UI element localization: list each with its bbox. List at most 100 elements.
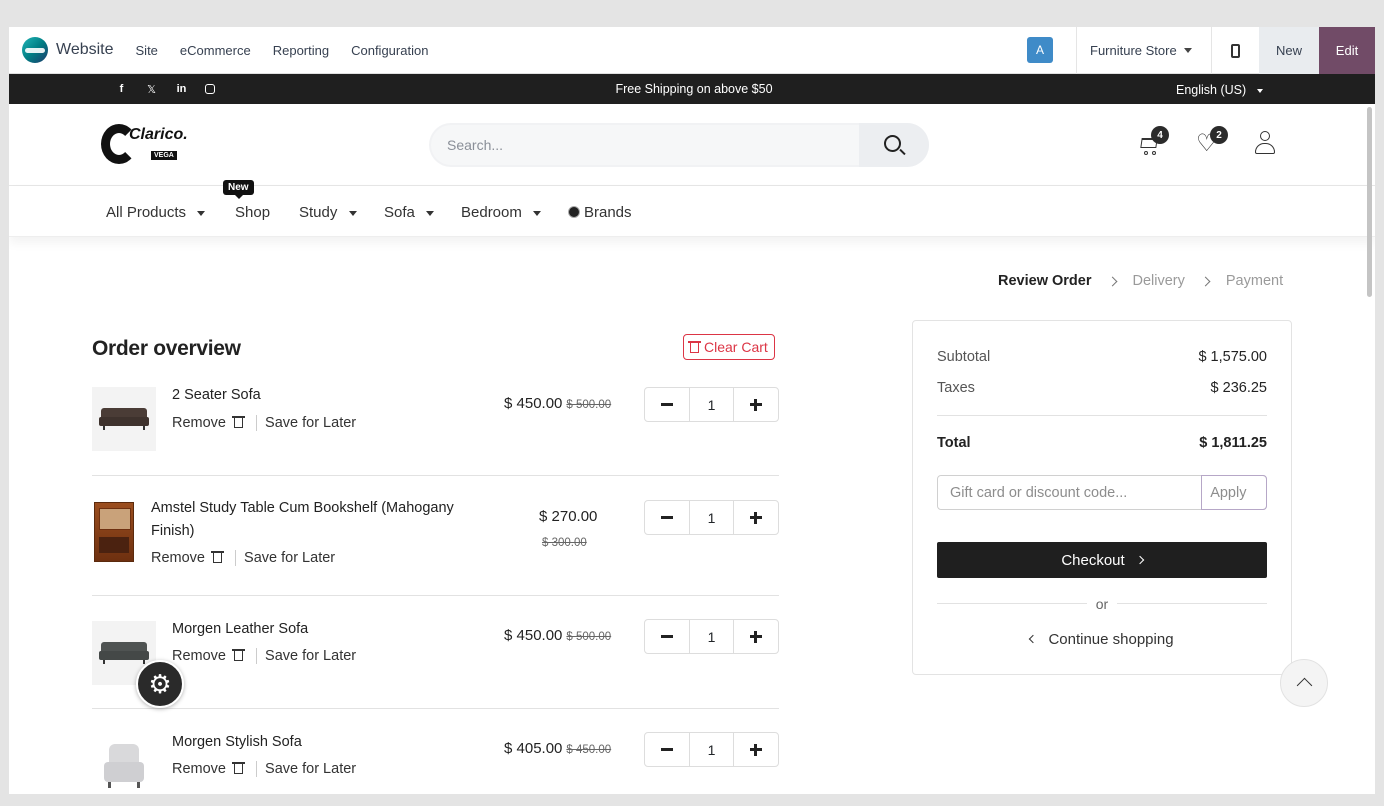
separator (256, 415, 258, 431)
quantity-input[interactable]: 1 (689, 620, 734, 653)
save-for-later-link[interactable]: Save for Later (244, 550, 335, 566)
edit-button[interactable]: Edit (1319, 27, 1375, 74)
account-button[interactable] (1254, 131, 1276, 155)
trash-icon (232, 416, 246, 428)
discount-code-input[interactable] (938, 476, 1202, 509)
sofa-leg (103, 660, 105, 664)
product-name[interactable]: Amstel Study Table Cum Bookshelf (Mahoga… (151, 497, 481, 543)
menu-ecommerce[interactable]: eCommerce (180, 43, 251, 58)
nav-study[interactable]: Study (299, 204, 357, 221)
settings-gear-button[interactable]: ⚙ (136, 660, 184, 708)
quantity-input[interactable]: 1 (689, 388, 734, 421)
or-separator: or (1095, 596, 1109, 612)
remove-link[interactable]: Remove (172, 648, 248, 664)
caret-down-icon (426, 210, 435, 216)
decrease-qty-button[interactable] (645, 620, 689, 653)
save-for-later-link[interactable]: Save for Later (265, 648, 356, 664)
total-value: $ 1,811.25 (1199, 435, 1267, 451)
clear-cart-label: Clear Cart (704, 339, 768, 355)
remove-label: Remove (172, 648, 226, 664)
chevron-right-icon (1135, 555, 1144, 565)
decrease-qty-button[interactable] (645, 501, 689, 534)
product-image[interactable] (92, 734, 156, 794)
menu-configuration[interactable]: Configuration (351, 43, 428, 58)
language-label: English (US) (1176, 83, 1247, 97)
checkout-steps: Review Order Delivery Payment (998, 273, 1283, 289)
sofa-image (99, 642, 149, 664)
user-avatar[interactable]: A (1027, 37, 1053, 63)
order-overview-title: Order overview (92, 337, 241, 360)
sofa-leg (103, 426, 105, 430)
order-summary: Subtotal $ 1,575.00 Taxes $ 236.25 Total… (912, 320, 1292, 675)
page-scrollbar[interactable] (1367, 107, 1372, 297)
product-name[interactable]: Morgen Leather Sofa (172, 618, 308, 641)
store-selector[interactable]: Furniture Store (1076, 27, 1211, 74)
increase-qty-button[interactable] (734, 501, 778, 534)
remove-label: Remove (172, 415, 226, 431)
original-price: $ 300.00 (542, 537, 587, 549)
remove-link[interactable]: Remove (172, 415, 248, 431)
checkout-button[interactable]: Checkout (937, 542, 1267, 578)
caret-down-icon (1256, 88, 1263, 93)
remove-link[interactable]: Remove (172, 761, 248, 777)
current-price: $ 270.00 (539, 508, 598, 525)
app-brand[interactable]: Website (22, 37, 114, 63)
logo-wordmark: Clarico. VEGA (129, 126, 188, 162)
search-button[interactable] (859, 123, 929, 167)
chevron-right-icon (1200, 276, 1211, 286)
original-price: $ 500.00 (566, 631, 612, 643)
site-logo[interactable]: Clarico. VEGA (101, 124, 188, 164)
caret-down-icon (348, 210, 357, 216)
increase-qty-button[interactable] (734, 620, 778, 653)
product-name[interactable]: Morgen Stylish Sofa (172, 731, 302, 754)
sofa-seat (99, 417, 149, 426)
item-actions: Remove Save for Later (151, 550, 335, 566)
menu-reporting[interactable]: Reporting (273, 43, 329, 58)
increase-qty-button[interactable] (734, 733, 778, 766)
current-price: $ 450.00 (504, 627, 563, 644)
product-image[interactable] (92, 387, 156, 451)
nav-bedroom[interactable]: Bedroom (461, 204, 542, 221)
clear-cart-button[interactable]: Clear Cart (683, 334, 775, 360)
save-for-later-link[interactable]: Save for Later (265, 761, 356, 777)
language-selector[interactable]: English (US) (1176, 83, 1263, 97)
remove-label: Remove (151, 550, 205, 566)
apply-button[interactable]: Apply (1201, 475, 1267, 510)
quantity-input[interactable]: 1 (689, 501, 734, 534)
taxes-row: Taxes $ 236.25 (937, 380, 1267, 396)
product-name[interactable]: 2 Seater Sofa (172, 384, 261, 407)
nav-all-products[interactable]: All Products (106, 204, 206, 221)
nav-label: Bedroom (461, 204, 522, 221)
total-row: Total $ 1,811.25 (937, 435, 1267, 451)
quantity-input[interactable]: 1 (689, 733, 734, 766)
remove-link[interactable]: Remove (151, 550, 227, 566)
decrease-qty-button[interactable] (645, 388, 689, 421)
sofa-leg (143, 660, 145, 664)
caret-down-icon (197, 210, 206, 216)
item-price: $ 270.00 (539, 508, 597, 525)
save-for-later-link[interactable]: Save for Later (265, 415, 356, 431)
menu-site[interactable]: Site (136, 43, 158, 58)
logo-subtext: VEGA (151, 151, 177, 160)
increase-qty-button[interactable] (734, 388, 778, 421)
cart-wheel (1152, 151, 1156, 155)
cart-wheel (1144, 151, 1148, 155)
search-input[interactable] (431, 125, 859, 165)
caret-down-icon (533, 210, 542, 216)
sofa-image (99, 408, 149, 430)
item-actions: Remove Save for Later (172, 415, 356, 431)
decrease-qty-button[interactable] (645, 733, 689, 766)
continue-shopping-link[interactable]: Continue shopping (913, 631, 1291, 648)
nav-brands[interactable]: Brands (568, 204, 632, 221)
subtotal-label: Subtotal (937, 349, 991, 365)
product-image[interactable] (92, 500, 135, 564)
nav-shop[interactable]: Shop (235, 204, 270, 221)
mobile-preview-button[interactable] (1211, 27, 1259, 74)
new-button[interactable]: New (1259, 27, 1319, 74)
current-price: $ 450.00 (504, 395, 563, 412)
editor-menu: Site eCommerce Reporting Configuration (136, 43, 451, 58)
scroll-to-top-button[interactable] (1280, 659, 1328, 707)
nav-sofa[interactable]: Sofa (384, 204, 435, 221)
checkout-label: Checkout (1061, 551, 1125, 569)
trash-icon (211, 551, 225, 563)
